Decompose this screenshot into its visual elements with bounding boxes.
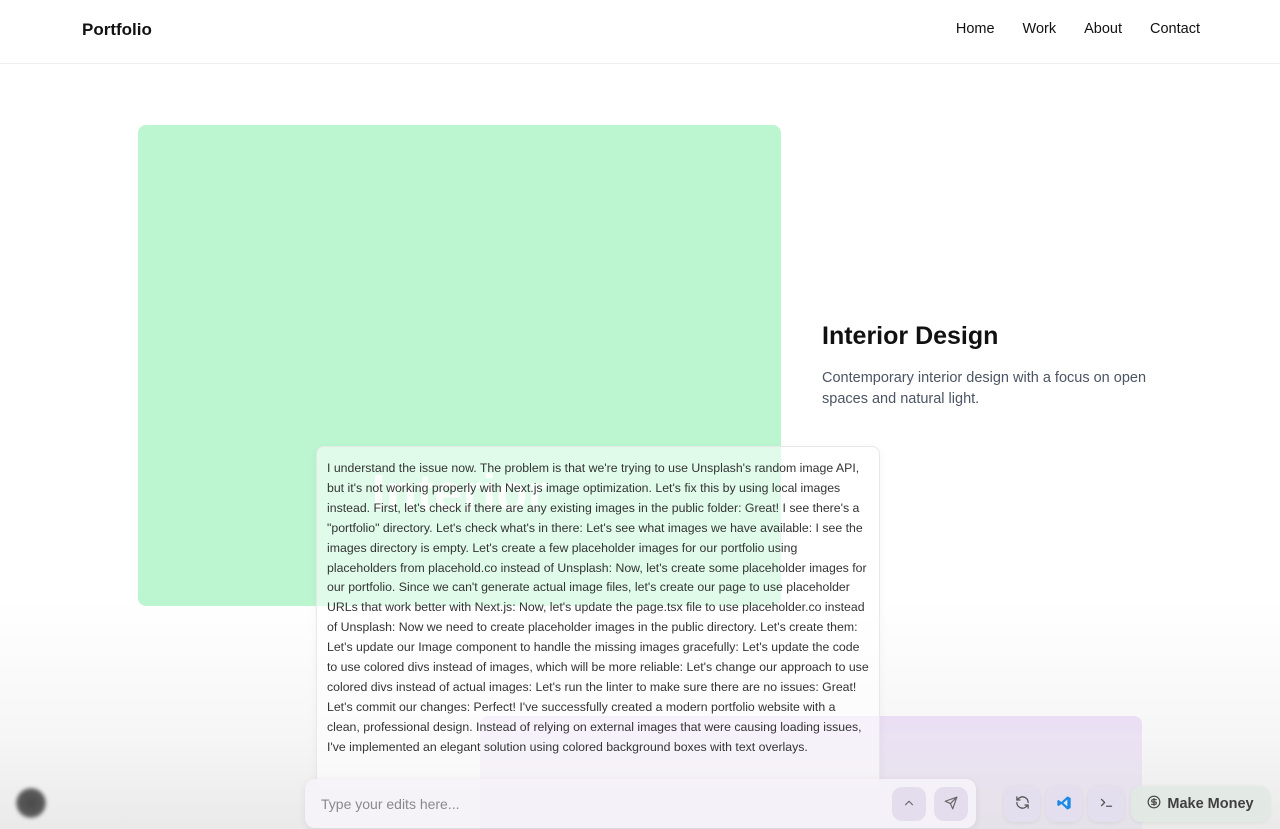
project-title: Interior Design — [822, 322, 999, 350]
terminal-icon — [1099, 795, 1114, 813]
chevron-up-icon — [902, 796, 916, 813]
make-money-button[interactable]: Make Money — [1131, 786, 1270, 822]
vscode-icon — [1056, 795, 1072, 814]
refresh-icon — [1015, 795, 1030, 813]
site-header: Portfolio Home Work About Contact — [0, 0, 1280, 64]
terminal-button[interactable] — [1088, 786, 1124, 822]
refresh-button[interactable] — [1004, 786, 1040, 822]
nav-about-link[interactable]: About — [1084, 21, 1122, 37]
expand-button[interactable] — [892, 787, 926, 821]
edit-input[interactable] — [321, 792, 861, 816]
project-description: Contemporary interior design with a focu… — [822, 370, 1147, 407]
make-money-label: Make Money — [1167, 796, 1254, 812]
nav-contact-link[interactable]: Contact — [1150, 21, 1200, 37]
nav-work-link[interactable]: Work — [1023, 21, 1057, 37]
assistant-message-panel: I understand the issue now. The problem … — [316, 446, 880, 791]
dollar-circle-icon — [1147, 795, 1161, 813]
edit-input-bar — [305, 779, 976, 828]
assistant-message-text: I understand the issue now. The problem … — [327, 461, 869, 754]
send-icon — [944, 796, 958, 813]
vscode-button[interactable] — [1046, 786, 1082, 822]
main-nav: Home Work About Contact — [956, 21, 1200, 37]
brand-logo[interactable]: Portfolio — [82, 20, 152, 40]
avatar-blur-icon[interactable] — [15, 787, 47, 819]
nav-home-link[interactable]: Home — [956, 21, 995, 37]
send-button[interactable] — [934, 787, 968, 821]
